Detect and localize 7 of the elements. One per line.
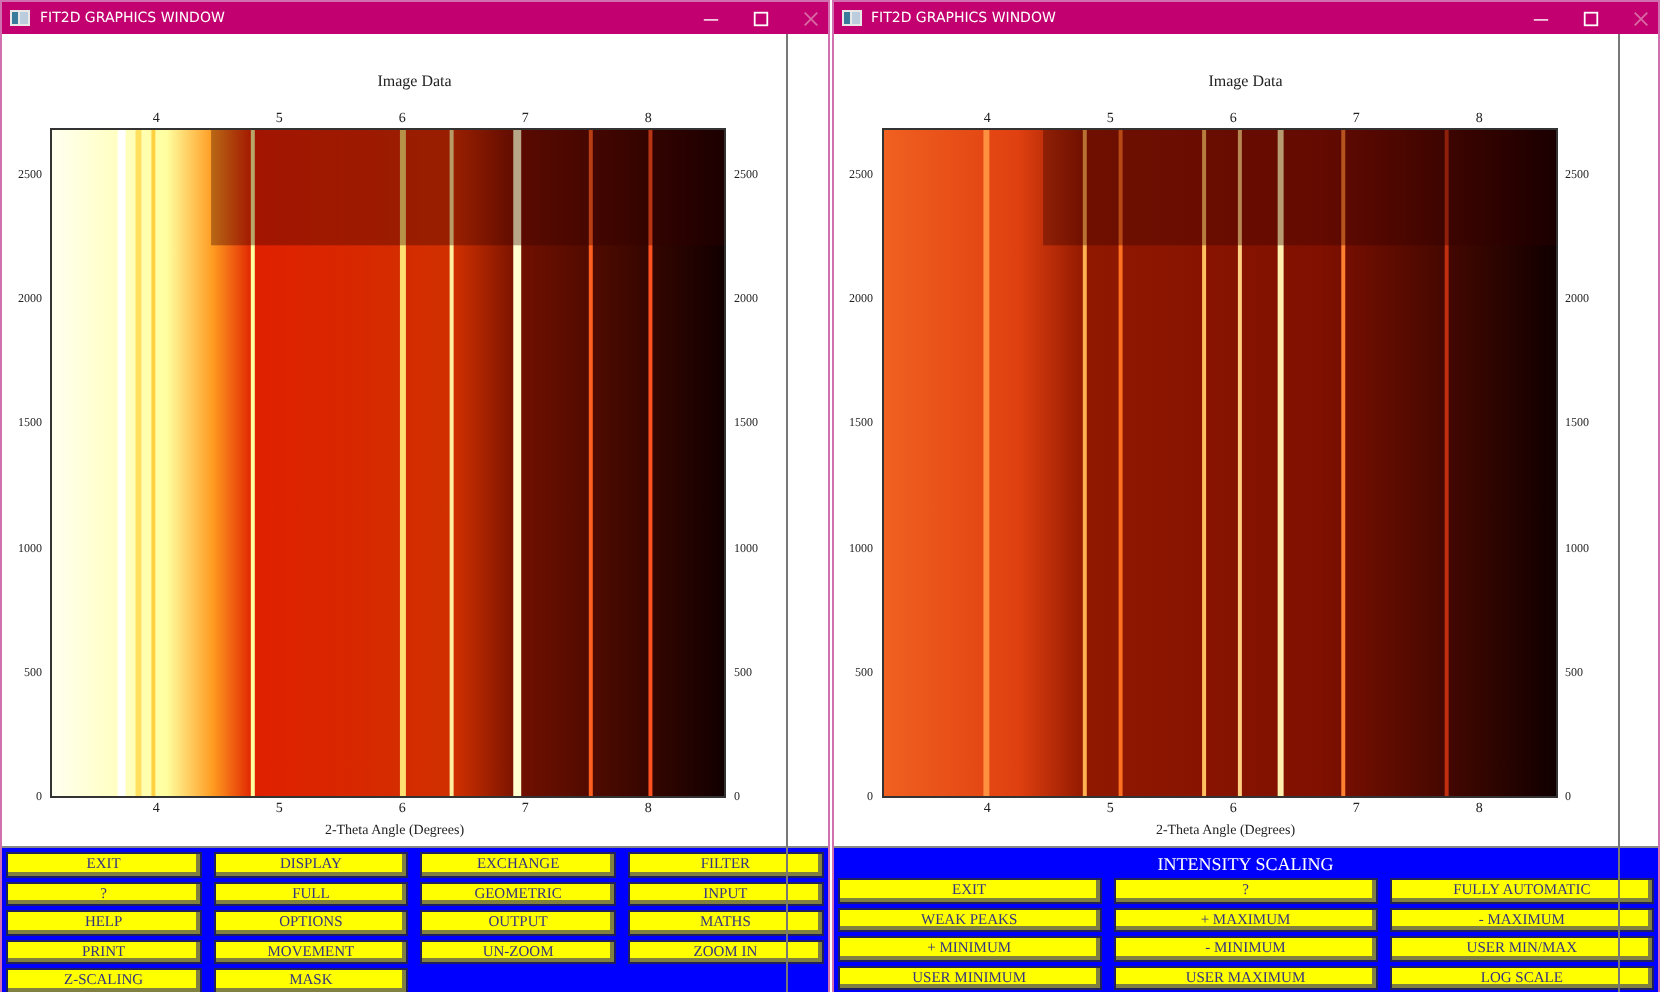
app-icon bbox=[841, 10, 861, 26]
maximize-icon[interactable] bbox=[1582, 9, 1600, 27]
app-icon bbox=[10, 10, 30, 26]
menu-title: INTENSITY SCALING bbox=[1155, 852, 1336, 878]
plot-title: Image Data bbox=[1206, 72, 1285, 94]
maximize-icon[interactable] bbox=[751, 9, 769, 27]
plot-title: Image Data bbox=[375, 72, 454, 94]
